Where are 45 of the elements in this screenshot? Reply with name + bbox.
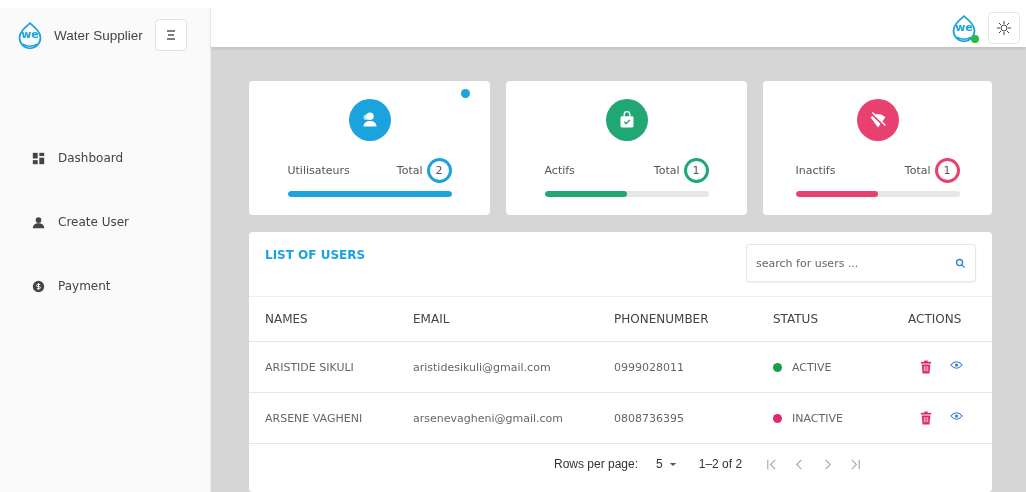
app-title: Water Supplier — [54, 27, 143, 43]
total-label: Total — [396, 164, 423, 177]
last-page-icon[interactable] — [849, 457, 863, 471]
rows-per-page-select[interactable]: 5 — [656, 457, 677, 471]
column-header: NAMES — [265, 312, 309, 326]
table-cell-text: 0999028011 — [614, 360, 685, 374]
stat-label: Utilisateurs — [287, 164, 350, 177]
list-title: LIST OF USERS — [265, 248, 366, 262]
menu-icon[interactable] — [154, 19, 187, 51]
nav-item[interactable]: Create User — [0, 190, 210, 254]
count-badge: 1 — [683, 158, 709, 183]
count-badge: 2 — [426, 158, 452, 183]
status-text: ACTIVE — [792, 360, 832, 374]
search-icon — [955, 258, 966, 269]
eye-icon[interactable] — [950, 411, 963, 421]
total-label: Total — [653, 164, 680, 177]
dollar-icon — [32, 279, 45, 293]
stat-label: Inactifs — [795, 164, 836, 177]
column-header: STATUS — [773, 312, 820, 326]
trash-icon[interactable] — [920, 411, 932, 425]
search-field[interactable]: search for users ... — [746, 244, 976, 282]
sun-icon[interactable] — [988, 11, 1020, 44]
column-header: EMAIL — [413, 312, 451, 326]
stat-label: Actifs — [544, 164, 575, 177]
nav-item[interactable]: Dashboard — [0, 126, 210, 190]
logo-icon: we — [950, 12, 978, 43]
column-header: PHONENUMBER — [614, 312, 710, 326]
caret-icon — [668, 461, 677, 467]
status-text: INACTIVE — [792, 411, 843, 425]
eye-icon[interactable] — [950, 360, 963, 370]
logo-icon: we — [16, 20, 44, 50]
person-icon — [32, 215, 45, 229]
total-label: Total — [904, 164, 931, 177]
nav-item[interactable]: Payment — [0, 254, 210, 318]
rows-per-page-label: Rows per page: — [554, 457, 639, 471]
table-cell-text: aristidesikuli@gmail.com — [413, 360, 552, 374]
table-cell-text: arsenevagheni@gmail.com — [413, 411, 565, 425]
table-cell-text: ARSENE VAGHENI — [265, 411, 364, 425]
table-cell-text: 0808736395 — [614, 411, 685, 425]
count-badge: 1 — [934, 158, 960, 183]
page-range: 1–2 of 2 — [698, 457, 743, 471]
dashboard-icon — [32, 151, 45, 165]
column-header: ACTIONS — [908, 312, 963, 326]
trash-icon[interactable] — [920, 360, 932, 374]
table-cell-text: ARISTIDE SIKULI — [265, 360, 355, 374]
